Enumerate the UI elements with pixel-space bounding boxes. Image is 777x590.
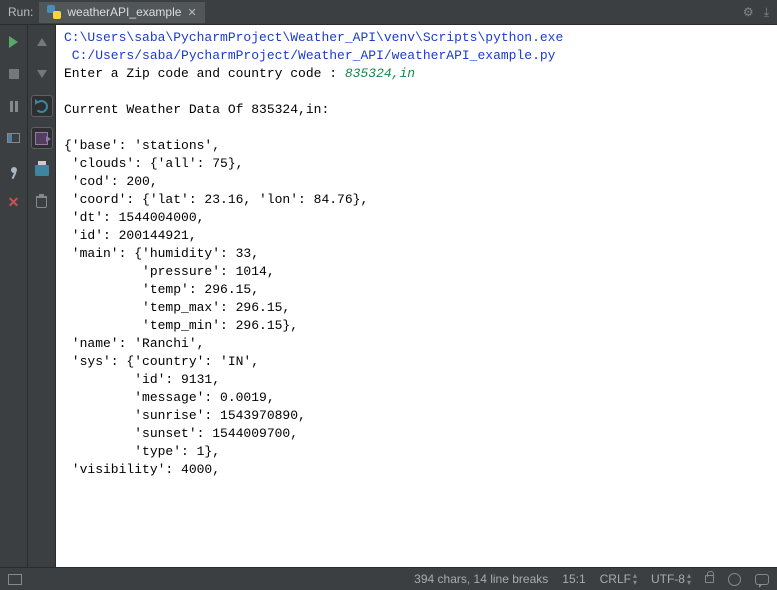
tool-column-secondary (28, 25, 56, 567)
output-line: 'coord': {'lat': 23.16, 'lon': 84.76}, (64, 192, 368, 207)
output-line: 'temp_min': 296.15}, (64, 318, 298, 333)
trash-button[interactable] (31, 191, 53, 213)
output-line: 'pressure': 1014, (64, 264, 275, 279)
feedback-icon[interactable] (755, 574, 769, 585)
output-line: 'sys': {'country': 'IN', (64, 354, 259, 369)
output-line: 'sunset': 1544009700, (64, 426, 298, 441)
output-line: {'base': 'stations', (64, 138, 220, 153)
pin-icon (11, 167, 17, 173)
status-line-ending[interactable]: CRLF▴▾ (600, 572, 637, 586)
status-bar: 394 chars, 14 line breaks 15:1 CRLF▴▾ UT… (0, 567, 777, 590)
arrow-down-icon (37, 70, 47, 78)
arrow-up-icon (37, 38, 47, 46)
output-line: 'id': 200144921, (64, 228, 197, 243)
prompt-label: Enter a Zip code and country code : (64, 66, 345, 81)
stop-icon (9, 69, 19, 79)
run-label: Run: (8, 5, 33, 19)
output-line: 'message': 0.0019, (64, 390, 275, 405)
main-area: ✕ C:\Users\saba\PycharmProject\Weather_A… (0, 25, 777, 567)
output-line: 'visibility': 4000, (64, 462, 220, 477)
output-line: 'cod': 200, (64, 174, 158, 189)
wrap-button[interactable] (31, 95, 53, 117)
exec-path: C:\Users\saba\PycharmProject\Weather_API… (64, 30, 563, 45)
tab-title: weatherAPI_example (67, 5, 181, 19)
layout-icon (7, 133, 20, 143)
prompt-input: 835324,in (345, 66, 415, 81)
up-button[interactable] (31, 31, 53, 53)
output-line: 'main': {'humidity': 33, (64, 246, 259, 261)
output-line: 'sunrise': 1543970890, (64, 408, 306, 423)
output-line: 'name': 'Ranchi', (64, 336, 204, 351)
console-output[interactable]: C:\Users\saba\PycharmProject\Weather_API… (56, 25, 777, 567)
exit-button[interactable] (31, 127, 53, 149)
print-button[interactable] (31, 159, 53, 181)
pause-icon (10, 101, 18, 112)
output-line: 'type': 1}, (64, 444, 220, 459)
status-linecol[interactable]: 15:1 (562, 572, 585, 586)
close-button[interactable]: ✕ (3, 191, 25, 213)
layout-button[interactable] (3, 127, 25, 149)
x-icon: ✕ (8, 194, 20, 211)
output-line: 'dt': 1544004000, (64, 210, 204, 225)
tool-window-icon[interactable] (8, 574, 22, 585)
down-button[interactable] (31, 63, 53, 85)
stop-button[interactable] (3, 63, 25, 85)
wrap-icon (35, 100, 48, 113)
exit-icon (35, 132, 48, 145)
trash-icon (36, 196, 47, 208)
run-button[interactable] (3, 31, 25, 53)
play-icon (9, 36, 18, 48)
run-tab[interactable]: weatherAPI_example ✕ (39, 2, 204, 23)
download-icon[interactable]: ⤓ (764, 5, 769, 20)
status-encoding[interactable]: UTF-8▴▾ (651, 572, 691, 586)
script-path: C:/Users/saba/PycharmProject/Weather_API… (64, 48, 555, 63)
status-chars: 394 chars, 14 line breaks (414, 572, 548, 586)
output-line: 'clouds': {'all': 75}, (64, 156, 243, 171)
print-icon (35, 165, 49, 176)
inspector-icon[interactable] (728, 573, 741, 586)
output-heading: Current Weather Data Of 835324,in: (64, 102, 329, 117)
pin-button[interactable] (3, 159, 25, 181)
tool-column-primary: ✕ (0, 25, 28, 567)
python-icon (47, 5, 61, 19)
output-line: 'id': 9131, (64, 372, 220, 387)
pause-button[interactable] (3, 95, 25, 117)
close-icon[interactable]: ✕ (187, 6, 196, 19)
lock-icon[interactable] (705, 575, 714, 583)
output-line: 'temp_max': 296.15, (64, 300, 290, 315)
gear-icon[interactable]: ⚙ (743, 5, 754, 20)
output-line: 'temp': 296.15, (64, 282, 259, 297)
run-header: Run: weatherAPI_example ✕ ⚙ ⤓ (0, 0, 777, 25)
